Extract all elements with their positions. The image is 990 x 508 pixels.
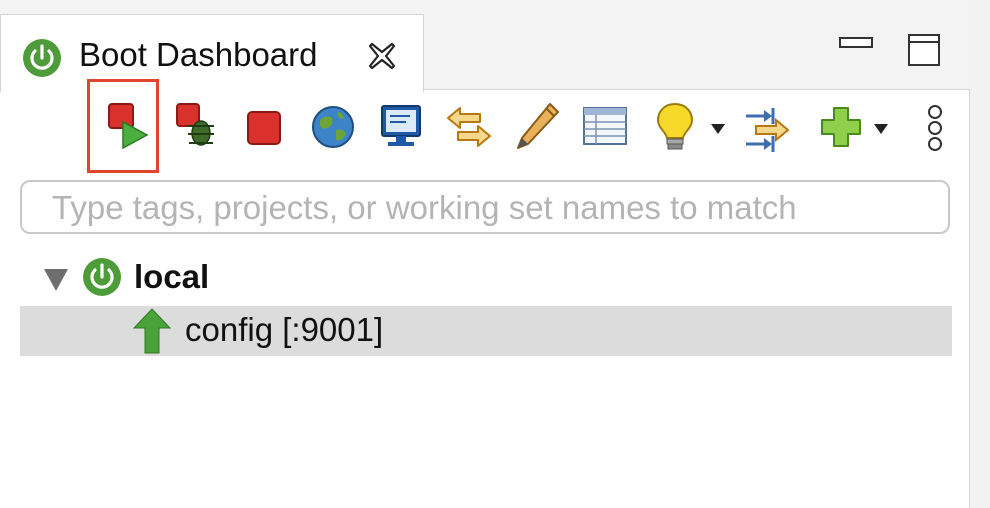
lightbulb-icon [656,102,694,150]
stop-icon [247,111,281,145]
spring-power-icon [23,39,61,77]
tree-node-label: local [134,258,210,295]
monitor-console-icon [381,105,421,146]
restart-button[interactable] [87,79,159,173]
add-target-button[interactable] [816,100,866,154]
tab-title: Boot Dashboard [79,36,318,73]
live-hover-button[interactable] [650,100,700,154]
plus-icon [821,107,861,147]
tree-node-local[interactable]: local [20,253,950,303]
boot-dashboard-view: Boot Dashboard Type tags, projects, or w… [0,0,970,508]
expand-triangle-icon[interactable] [44,269,68,291]
filter-input[interactable] [52,188,932,228]
connect-button[interactable] [742,100,792,154]
view-menu-button[interactable] [912,100,958,154]
close-icon[interactable] [365,39,399,73]
connect-arrows-icon [746,108,790,152]
globe-icon [312,106,354,148]
chevron-down-icon[interactable] [711,124,725,134]
debug-bug-icon [176,103,214,146]
pencil-icon [517,103,559,149]
maximize-icon[interactable] [906,32,942,68]
tree-node-label: config [:9001] [185,311,384,348]
open-browser-button[interactable] [308,100,358,154]
debug-button[interactable] [172,100,222,154]
properties-button[interactable] [580,100,630,154]
tab-boot-dashboard[interactable]: Boot Dashboard [0,14,424,92]
edit-button[interactable] [512,100,562,154]
spring-power-icon [83,258,121,296]
console-button[interactable] [376,100,426,154]
view-tab-bar: Boot Dashboard [0,0,970,92]
tree-node-config[interactable]: config [:9001] [20,306,952,356]
green-up-arrow-icon [132,308,172,354]
chevron-down-icon[interactable] [874,124,888,134]
filter-box [20,180,950,234]
minimize-icon[interactable] [838,28,874,64]
restart-icon [108,103,149,150]
refresh-button[interactable] [444,100,494,154]
vertical-dots-icon [928,105,942,151]
stop-button[interactable] [240,100,290,154]
arrows-swap-icon [447,107,491,147]
table-icon [583,107,627,145]
